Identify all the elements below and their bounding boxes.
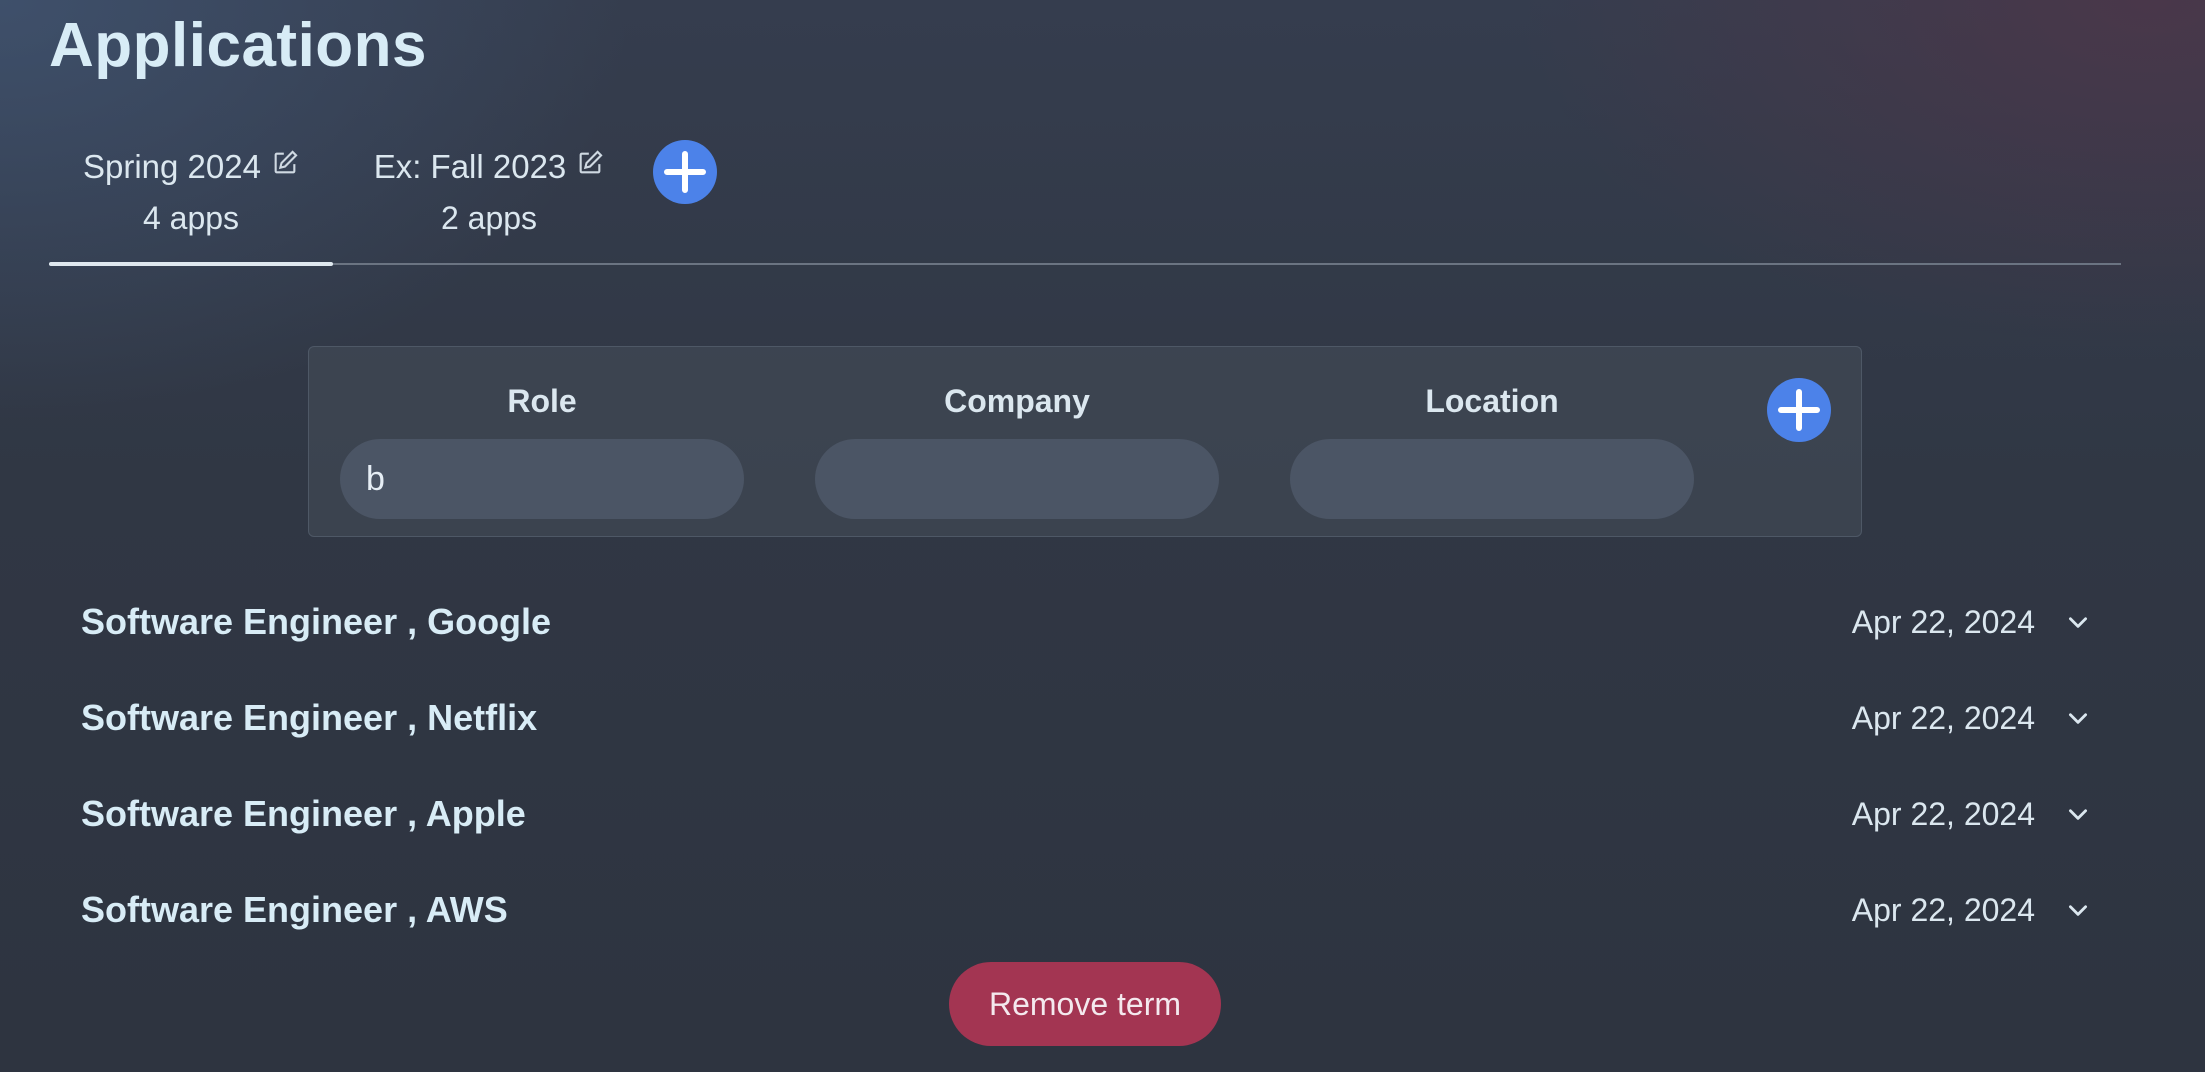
application-title: Software Engineer , Apple <box>81 793 526 834</box>
location-field: Location <box>1290 383 1694 519</box>
application-date: Apr 22, 2024 <box>1851 795 2035 832</box>
application-date: Apr 22, 2024 <box>1851 603 2035 640</box>
page-title: Applications <box>49 11 428 80</box>
role-field: Role <box>340 383 744 519</box>
tab-label: Spring 2024 <box>83 148 261 185</box>
list-item[interactable]: Software Engineer , AWS Apr 22, 2024 <box>81 880 2091 940</box>
application-title: Software Engineer , Google <box>81 601 552 642</box>
company-label: Company <box>944 383 1090 419</box>
edit-icon[interactable] <box>271 147 299 175</box>
list-item[interactable]: Software Engineer , Google Apr 22, 2024 <box>81 592 2091 652</box>
company-input[interactable] <box>815 439 1219 519</box>
add-application-button[interactable] <box>1767 378 1831 442</box>
add-term-button[interactable] <box>653 140 717 204</box>
term-tabs: Spring 2024 4 apps Ex: Fall 2023 2 apps <box>49 130 2121 266</box>
tab-app-count: 4 apps <box>142 200 240 236</box>
tab-spring-2024[interactable]: Spring 2024 4 apps <box>49 130 333 266</box>
chevron-down-icon[interactable] <box>2065 897 2091 923</box>
list-item[interactable]: Software Engineer , Netflix Apr 22, 2024 <box>81 688 2091 748</box>
list-item[interactable]: Software Engineer , Apple Apr 22, 2024 <box>81 784 2091 844</box>
chevron-down-icon[interactable] <box>2065 705 2091 731</box>
location-input[interactable] <box>1290 439 1694 519</box>
plus-icon <box>664 151 706 193</box>
remove-term-button[interactable]: Remove term <box>949 962 1221 1046</box>
chevron-down-icon[interactable] <box>2065 801 2091 827</box>
application-title: Software Engineer , AWS <box>81 889 508 930</box>
edit-icon[interactable] <box>576 147 604 175</box>
tab-fall-2023[interactable]: Ex: Fall 2023 2 apps <box>359 130 619 263</box>
company-field: Company <box>815 383 1219 519</box>
role-input[interactable] <box>340 439 744 519</box>
tab-app-count: 2 apps <box>440 200 538 236</box>
application-title: Software Engineer , Netflix <box>81 697 538 738</box>
application-date: Apr 22, 2024 <box>1851 699 2035 736</box>
tab-label: Ex: Fall 2023 <box>373 148 567 185</box>
role-label: Role <box>507 383 577 419</box>
plus-icon <box>1778 389 1820 431</box>
chevron-down-icon[interactable] <box>2065 609 2091 635</box>
application-date: Apr 22, 2024 <box>1851 891 2035 928</box>
location-label: Location <box>1425 383 1559 419</box>
add-application-form: Role Company Location <box>308 346 1862 537</box>
